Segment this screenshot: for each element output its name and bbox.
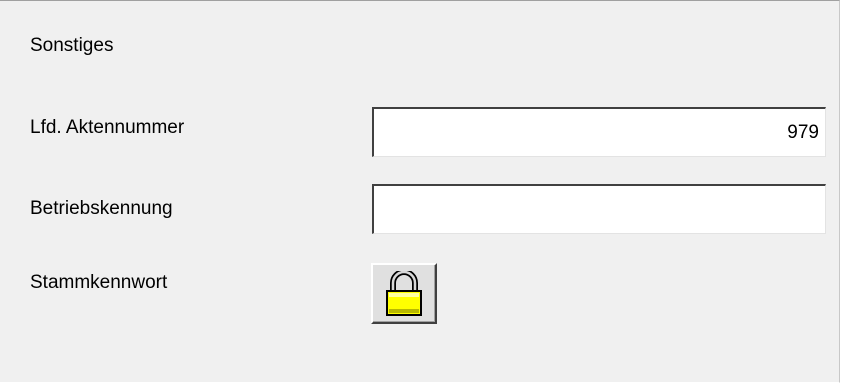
section-title: Sonstiges (30, 35, 114, 56)
stammkennwort-lock-button[interactable] (371, 263, 437, 324)
aktennummer-input[interactable] (372, 107, 826, 157)
stammkennwort-label: Stammkennwort (30, 272, 168, 293)
aktennummer-label: Lfd. Aktennummer (30, 117, 185, 138)
betriebskennung-input[interactable] (372, 184, 826, 234)
sonstiges-panel: Sonstiges Lfd. Aktennummer Betriebskennu… (0, 0, 840, 383)
betriebskennung-label: Betriebskennung (30, 198, 173, 219)
lock-icon (386, 271, 422, 316)
